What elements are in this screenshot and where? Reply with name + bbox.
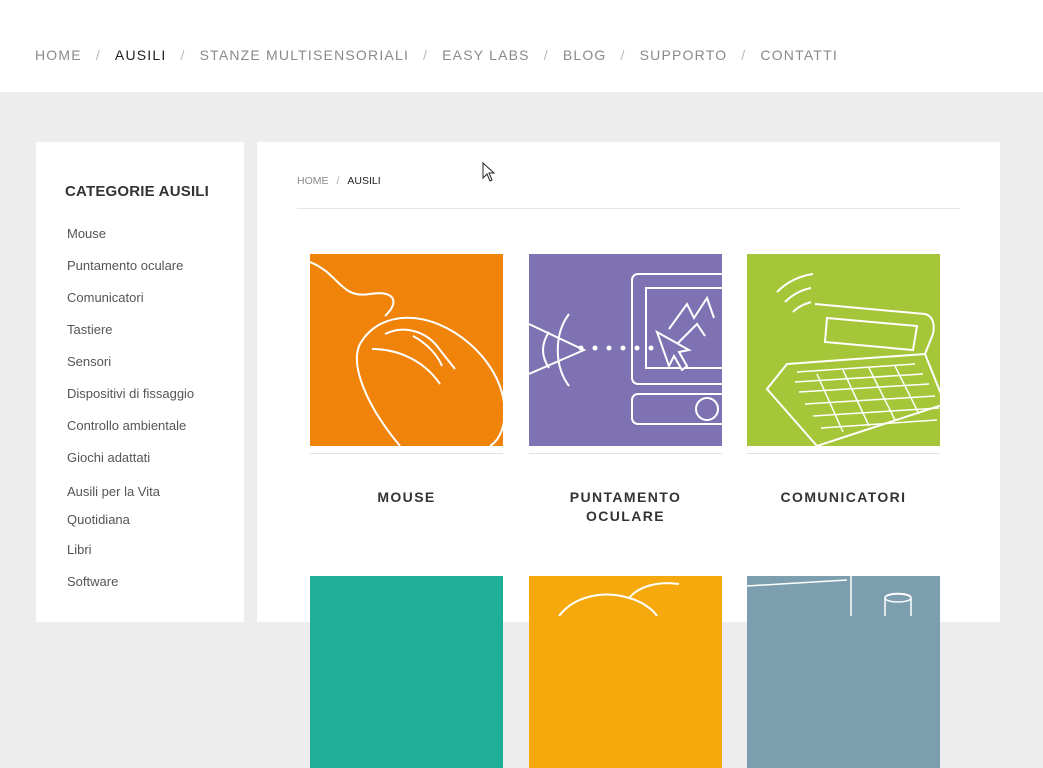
product-card-fissaggio[interactable] — [747, 576, 940, 768]
category-item-tastiere[interactable]: Tastiere — [67, 318, 217, 350]
breadcrumb-current: AUSILI — [347, 175, 381, 187]
communicator-illustration-icon[interactable] — [747, 254, 940, 446]
breadcrumb-separator: / — [336, 175, 340, 187]
category-label[interactable]: Software — [67, 574, 118, 589]
category-item-mouse[interactable]: Mouse — [67, 222, 217, 254]
category-label[interactable]: Tastiere — [67, 322, 113, 337]
product-card-comunicatori[interactable]: COMUNICATORI — [747, 254, 940, 507]
nav-separator: / — [741, 47, 747, 63]
mouse-pointer-icon — [482, 162, 496, 182]
eye-tracking-illustration-icon[interactable] — [529, 254, 722, 446]
breadcrumb-home[interactable]: HOME — [297, 175, 329, 187]
nav-separator: / — [95, 47, 101, 63]
category-label[interactable]: Comunicatori — [67, 290, 144, 305]
nav-ausili[interactable]: AUSILI — [115, 47, 167, 63]
product-card-tastiere[interactable] — [310, 576, 503, 768]
category-label[interactable]: Mouse — [67, 226, 106, 241]
card-divider — [529, 453, 722, 454]
category-label[interactable]: Dispositivi di fissaggio — [67, 386, 194, 401]
nav-separator: / — [423, 47, 429, 63]
nav-supporto[interactable]: SUPPORTO — [640, 47, 728, 63]
sidebar-title: CATEGORIE AUSILI — [65, 183, 210, 200]
nav-contatti[interactable]: CONTATTI — [760, 47, 838, 63]
keyboard-illustration-icon[interactable] — [310, 576, 503, 768]
category-item-software[interactable]: Software — [67, 570, 217, 602]
category-item-dispositivi-fissaggio[interactable]: Dispositivi di fissaggio — [67, 382, 217, 414]
nav-separator: / — [180, 47, 186, 63]
nav-stanze-multisensoriali[interactable]: STANZE MULTISENSORIALI — [200, 47, 409, 63]
nav-separator: / — [620, 47, 626, 63]
main-content: HOME / AUSILI MOUSE PUNTAMENTO OCULARE C… — [257, 142, 1000, 768]
product-card-puntamento-oculare[interactable]: PUNTAMENTO OCULARE — [529, 254, 722, 526]
category-item-comunicatori[interactable]: Comunicatori — [67, 286, 217, 318]
category-list: Mouse Puntamento oculare Comunicatori Ta… — [67, 222, 217, 602]
category-label[interactable]: Ausili per la Vita Quotidiana — [67, 484, 160, 527]
category-item-puntamento-oculare[interactable]: Puntamento oculare — [67, 254, 217, 286]
nav-home[interactable]: HOME — [35, 47, 82, 63]
category-item-controllo-ambientale[interactable]: Controllo ambientale — [67, 414, 217, 446]
category-sidebar: CATEGORIE AUSILI Mouse Puntamento ocular… — [36, 142, 244, 622]
product-title[interactable]: PUNTAMENTO OCULARE — [529, 488, 722, 526]
category-label[interactable]: Puntamento oculare — [67, 258, 183, 273]
category-label[interactable]: Controllo ambientale — [67, 418, 186, 433]
category-item-vita-quotidiana[interactable]: Ausili per la Vita Quotidiana — [67, 478, 217, 538]
category-label[interactable]: Sensori — [67, 354, 111, 369]
card-divider — [747, 453, 940, 454]
category-item-sensori[interactable]: Sensori — [67, 350, 217, 382]
category-label[interactable]: Libri — [67, 542, 92, 557]
sensor-illustration-icon[interactable] — [529, 576, 722, 768]
nav-blog[interactable]: BLOG — [563, 47, 607, 63]
product-title[interactable]: COMUNICATORI — [747, 488, 940, 507]
category-item-libri[interactable]: Libri — [67, 538, 217, 570]
mouse-illustration-icon[interactable] — [310, 254, 503, 446]
nav-easy-labs[interactable]: EASY LABS — [442, 47, 530, 63]
main-nav: HOME / AUSILI / STANZE MULTISENSORIALI /… — [35, 47, 838, 63]
product-title[interactable]: MOUSE — [310, 488, 503, 507]
category-item-giochi-adattati[interactable]: Giochi adattati — [67, 446, 217, 478]
breadcrumb: HOME / AUSILI — [297, 175, 381, 187]
nav-separator: / — [543, 47, 549, 63]
card-divider — [310, 453, 503, 454]
product-card-sensori[interactable] — [529, 576, 722, 768]
top-navbar: HOME / AUSILI / STANZE MULTISENSORIALI /… — [0, 0, 1043, 92]
breadcrumb-divider — [297, 208, 960, 209]
category-label[interactable]: Giochi adattati — [67, 450, 150, 465]
product-card-mouse[interactable]: MOUSE — [310, 254, 503, 507]
mount-illustration-icon[interactable] — [747, 576, 940, 768]
